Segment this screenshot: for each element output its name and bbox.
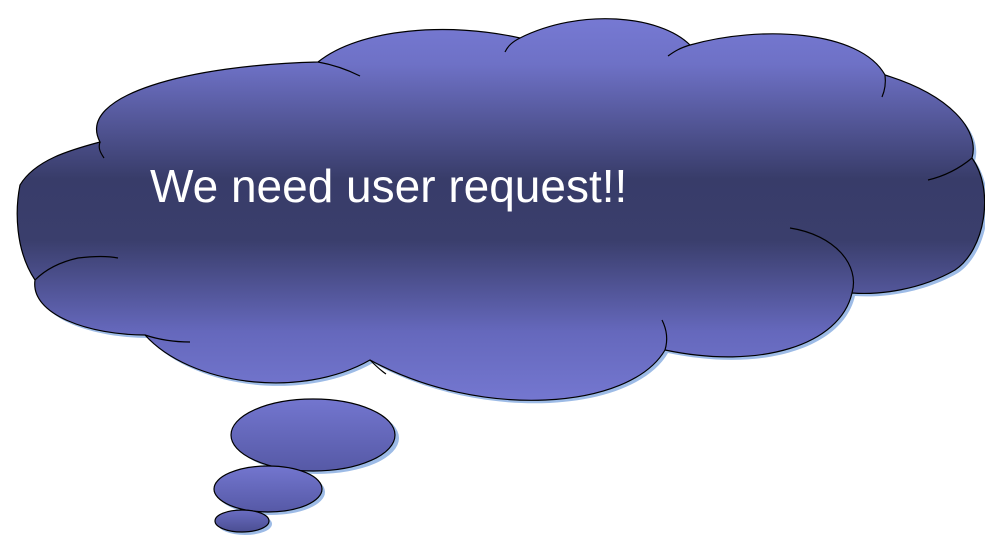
cloud-shape [16, 18, 985, 401]
thought-bubble-graphic [16, 18, 985, 535]
trail-bubble-small [214, 509, 270, 533]
trail-bubble-large [230, 398, 396, 472]
trail-bubble-medium [213, 465, 323, 513]
thought-bubble-slide: We need user request!! [0, 0, 985, 535]
